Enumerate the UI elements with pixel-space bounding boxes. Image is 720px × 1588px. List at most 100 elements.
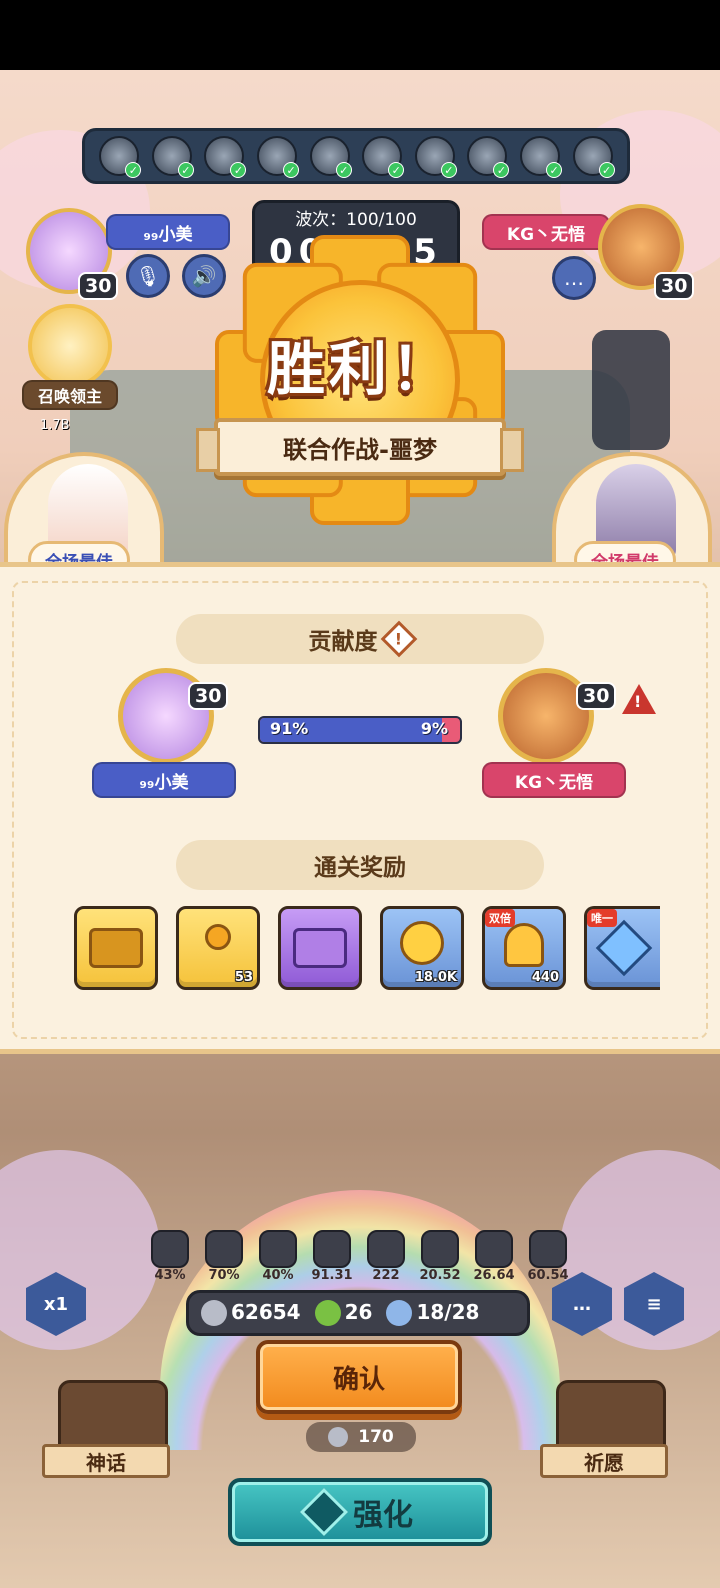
hero-icon: ✓	[362, 136, 405, 178]
check-icon: ✓	[283, 162, 300, 178]
microphone-icon[interactable]: 🎙	[126, 254, 170, 298]
upgrade-arrow-icon	[299, 1487, 349, 1537]
summon-lord-avatar[interactable]	[28, 304, 112, 388]
clover-coin-icon	[314, 1300, 341, 1327]
cost-value: 170	[358, 1427, 394, 1447]
chest-icon	[293, 928, 347, 968]
reward-golden-key[interactable]: 53	[176, 906, 260, 990]
reward-gold-chest[interactable]	[74, 906, 158, 990]
silver-coin-icon	[201, 1300, 227, 1327]
unit-icon	[386, 1300, 413, 1327]
check-icon: ✓	[493, 162, 510, 178]
key-icon	[205, 924, 231, 951]
double-tag: 双倍	[485, 909, 515, 927]
player-left-level: 30	[78, 272, 119, 300]
check-icon: ✓	[177, 162, 194, 178]
contrib-left-name: ₉₉小美	[92, 762, 236, 798]
hero-icon: ✓	[204, 136, 247, 178]
contrib-right-level: 30	[576, 682, 617, 710]
wish-label: 祈愿	[540, 1444, 668, 1478]
check-icon: ✓	[598, 162, 615, 178]
summon-lord-label: 召唤领主	[22, 380, 118, 410]
unique-tag: 唯一	[587, 909, 617, 927]
stat-item: 222	[362, 1230, 410, 1283]
coin-icon	[400, 921, 444, 966]
crystal-icon	[595, 919, 652, 977]
stat-item: 60.54	[524, 1230, 572, 1283]
player-left-name: ₉₉小美	[106, 214, 230, 250]
stat-value: 70%	[208, 1268, 240, 1283]
player-right-level: 30	[654, 272, 695, 300]
stat-item: 26.64	[470, 1230, 518, 1283]
speaker-icon[interactable]: 🔊	[182, 254, 226, 298]
reward-qty: 18.0K	[414, 970, 457, 985]
check-icon: ✓	[230, 162, 247, 178]
stat-icon	[151, 1230, 189, 1268]
reward-trophy[interactable]: 双倍 440	[482, 906, 566, 990]
chest-icon	[89, 928, 143, 968]
hero-icon: ✓	[99, 136, 142, 178]
contrib-right-percent: 9%	[420, 719, 448, 738]
status-bar-area	[0, 0, 720, 70]
reward-qty: 440	[531, 970, 559, 985]
wave-counter: 波次：100/100	[295, 210, 417, 230]
warning-mark: !	[634, 692, 642, 711]
stat-icon	[529, 1230, 567, 1268]
silver-resource: 62654	[201, 1300, 301, 1327]
player-right-name: KG丶无悟	[482, 214, 610, 250]
reward-gold-coin[interactable]: 18.0K	[380, 906, 464, 990]
silver-value: 62654	[231, 1299, 301, 1324]
upgrade-label: 强化	[353, 1498, 413, 1533]
stat-icon	[475, 1230, 513, 1268]
chat-bubble-icon[interactable]: …	[552, 256, 596, 300]
clover-resource: 26	[314, 1299, 373, 1327]
stat-value: 26.64	[473, 1268, 515, 1283]
stage-banner: 联合作战-噩梦	[196, 418, 524, 476]
contrib-left-level: 30	[188, 682, 229, 710]
contrib-left-percent: 91%	[270, 719, 309, 738]
check-icon: ✓	[125, 162, 142, 178]
contrib-right-name: KG丶无悟	[482, 762, 626, 798]
stat-item: 43%	[146, 1230, 194, 1283]
stat-value: 222	[372, 1268, 400, 1283]
stat-item: 40%	[254, 1230, 302, 1283]
stat-icon	[421, 1230, 459, 1268]
rewards-header: 通关奖励	[176, 840, 544, 890]
upgrade-button[interactable]: 强化	[228, 1478, 492, 1546]
silver-coin-icon	[328, 1427, 349, 1447]
contribution-bar: 91% 9%	[258, 716, 462, 744]
contribution-header: 贡献度 !	[176, 614, 544, 664]
stat-item: 70%	[200, 1230, 248, 1283]
confirm-button[interactable]: 确认	[256, 1340, 462, 1414]
reward-blue-crystal[interactable]: 唯一	[584, 906, 660, 990]
clover-value: 26	[344, 1299, 373, 1324]
unit-count: 18/28	[416, 1299, 480, 1324]
check-icon: ✓	[335, 162, 352, 178]
info-icon[interactable]: !	[380, 620, 417, 658]
stat-value: 91.31	[311, 1268, 353, 1283]
rewards-title: 通关奖励	[314, 855, 406, 881]
stat-value: 60.54	[527, 1268, 569, 1283]
unit-resource: 18/28	[386, 1300, 479, 1327]
side-scroll-panel[interactable]	[592, 330, 670, 450]
stat-value: 20.52	[419, 1268, 461, 1283]
stat-value: 43%	[154, 1268, 186, 1283]
resource-bar: 62654 26 18/28	[186, 1290, 530, 1336]
stat-icon	[205, 1230, 243, 1268]
check-icon: ✓	[440, 162, 457, 178]
hero-lineup-bar: ✓ ✓ ✓ ✓ ✓ ✓ ✓ ✓ ✓ ✓	[82, 128, 630, 184]
stat-icon	[367, 1230, 405, 1268]
victory-title: 胜利！	[266, 335, 453, 403]
reward-purple-chest[interactable]	[278, 906, 362, 990]
stat-item: 20.52	[416, 1230, 464, 1283]
check-icon: ✓	[546, 162, 563, 178]
hero-icon: ✓	[309, 136, 352, 178]
check-icon: ✓	[388, 162, 405, 178]
stat-icon	[313, 1230, 351, 1268]
hero-icon: ✓	[257, 136, 300, 178]
summon-cost: 170	[306, 1422, 416, 1452]
hero-icon: ✓	[151, 136, 194, 178]
stage-name: 联合作战-噩梦	[283, 435, 437, 464]
reward-qty: 53	[234, 970, 253, 985]
summon-lord-value: 1.7B	[40, 418, 70, 433]
